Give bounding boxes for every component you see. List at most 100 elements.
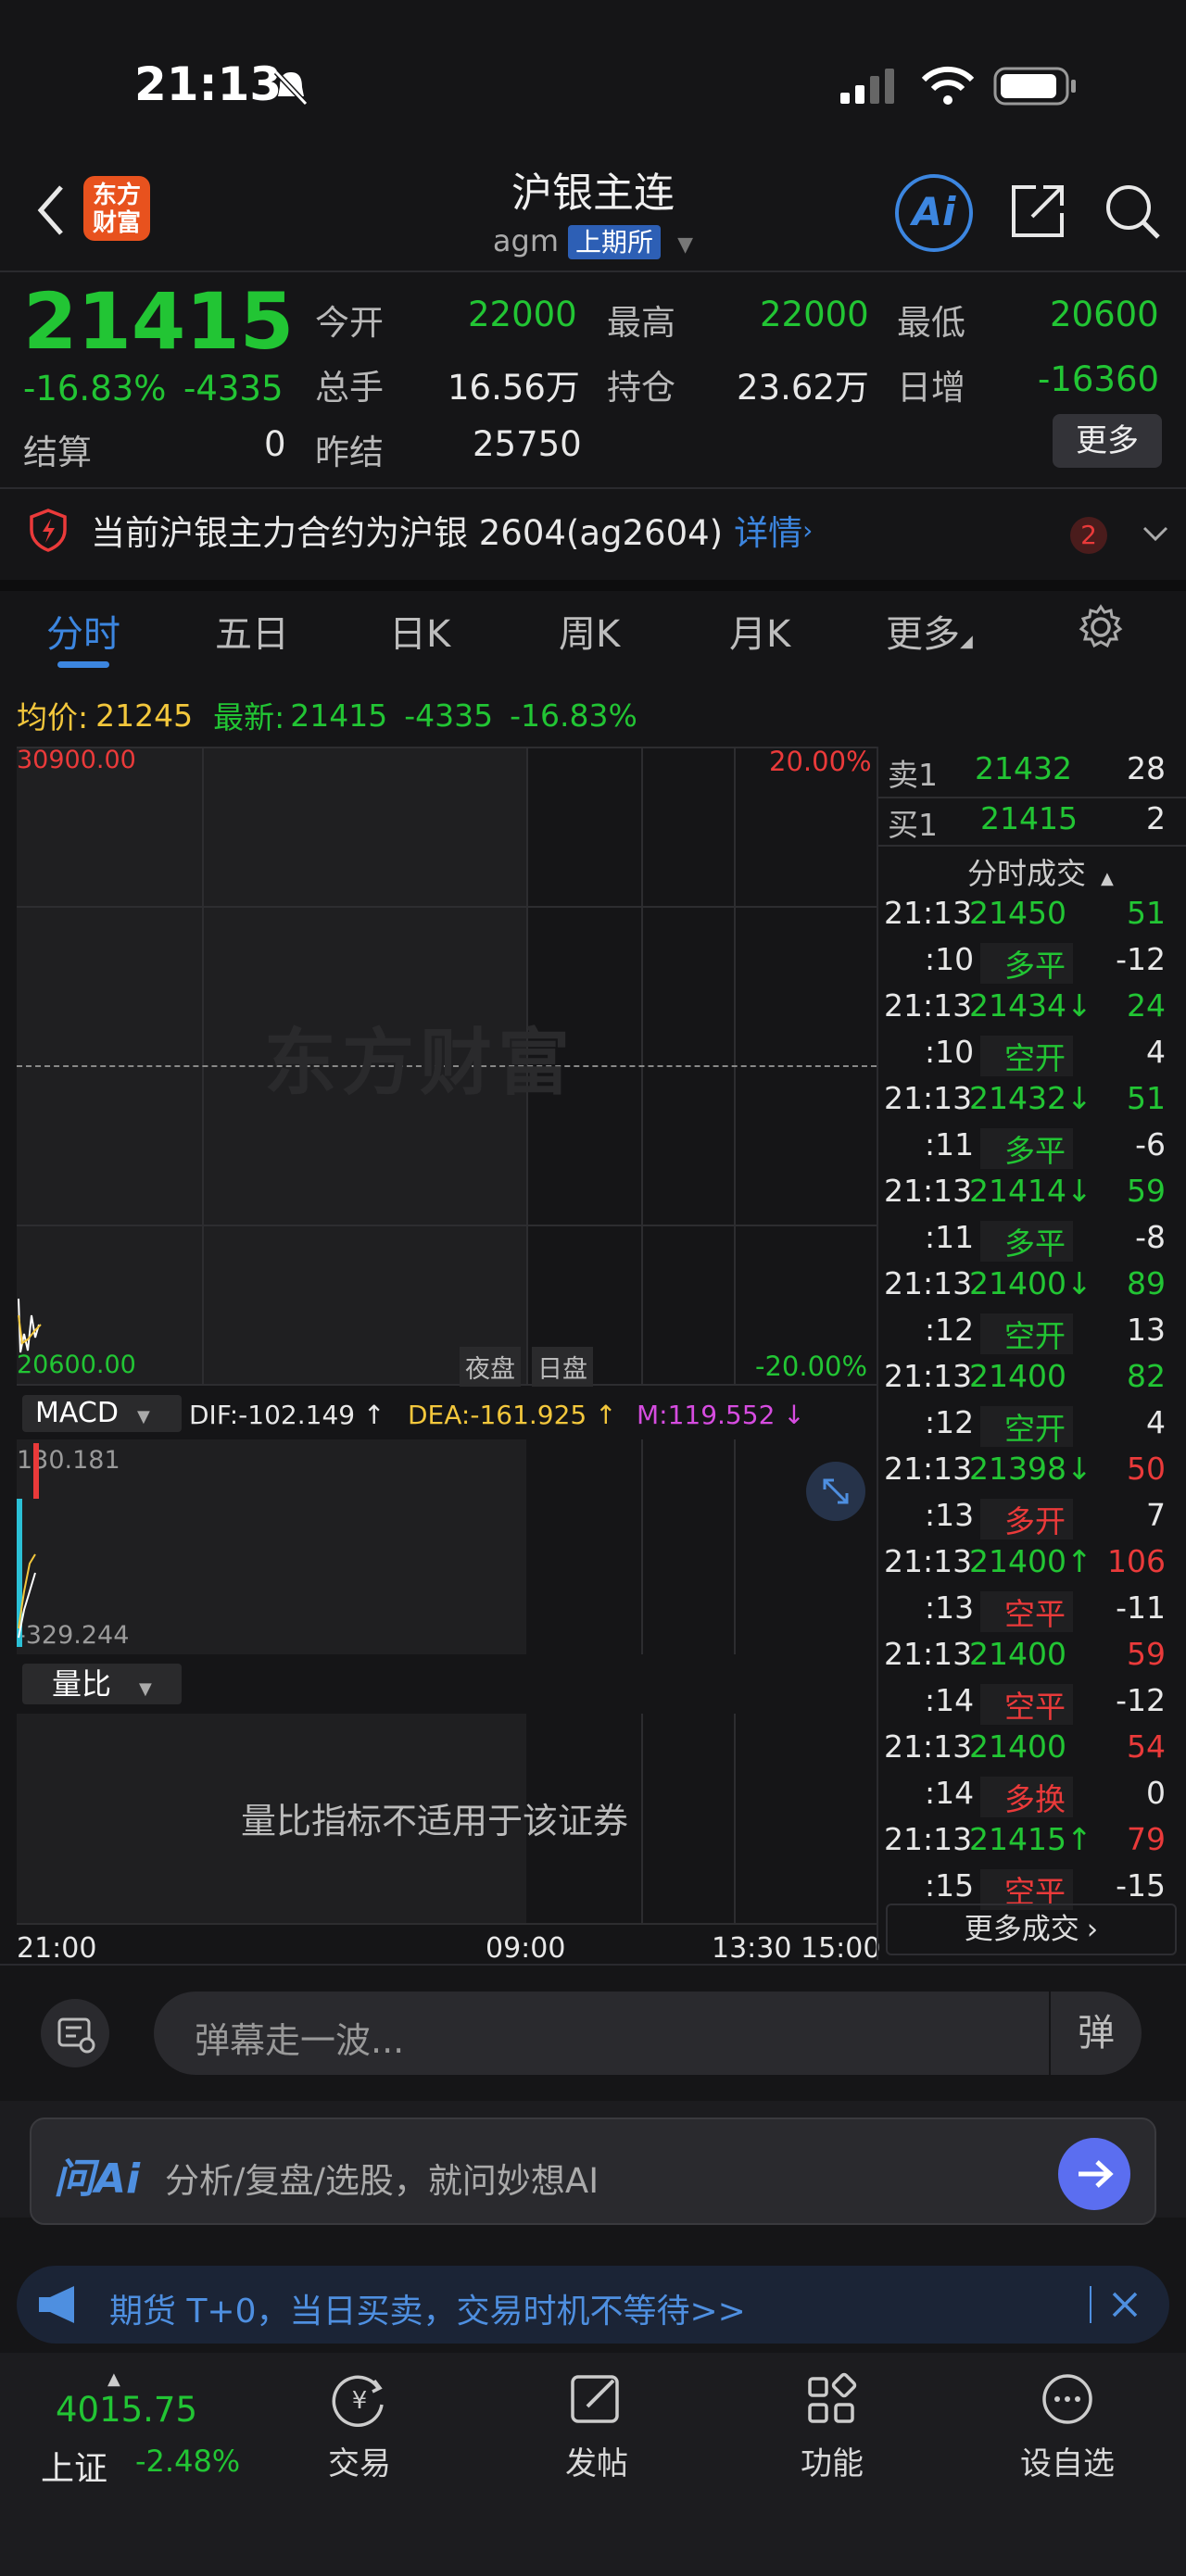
- trade-row: 21:13 21415↑ 79: [880, 1821, 1177, 1866]
- active-tab-indicator: [57, 661, 109, 668]
- tab-more[interactable]: 更多◢: [886, 604, 973, 658]
- trade-time: :14: [925, 1682, 975, 1718]
- trade-row: :13 空平 -11: [880, 1590, 1177, 1634]
- nav-functions[interactable]: 功能: [758, 2371, 906, 2483]
- chart-info-line: 均价: 21245 最新: 21415 -4335 -16.83%: [17, 697, 637, 736]
- trade-time: :11: [925, 1219, 975, 1255]
- danmu-settings-icon: [57, 2017, 95, 2054]
- header-divider: [0, 270, 1186, 272]
- trade-row: :11 多平 -8: [880, 1219, 1177, 1263]
- trade-time: 21:13: [884, 1821, 973, 1857]
- trade-price: 21400↑: [969, 1543, 1092, 1579]
- chevron-down-icon[interactable]: [1142, 524, 1168, 543]
- macd-selector[interactable]: MACD ▼: [22, 1395, 182, 1432]
- trade-price: 21434↓: [969, 987, 1092, 1024]
- trade-price: 21432↓: [969, 1080, 1092, 1116]
- trade-volume: 0: [1146, 1775, 1166, 1811]
- tab-intraday[interactable]: 分时: [46, 604, 120, 658]
- promo-banner[interactable]: 期货 T+0，当日买卖，交易时机不等待>>: [17, 2266, 1169, 2344]
- megaphone-icon: [39, 2286, 74, 2323]
- time-label-start: 21:00: [17, 1932, 97, 1965]
- trade-row: 21:13 21400↑ 106: [880, 1543, 1177, 1588]
- ai-button[interactable]: Ai: [895, 174, 973, 252]
- trade-type: 多平: [1004, 1133, 1066, 1169]
- volratio-selector[interactable]: 量比 ▼: [22, 1664, 182, 1704]
- trade-volume: 13: [1127, 1312, 1166, 1348]
- trade-time: :12: [925, 1312, 975, 1348]
- trade-time: 21:13: [884, 1636, 973, 1672]
- tab-monthly-k[interactable]: 月K: [729, 604, 790, 658]
- nav-functions-label: 功能: [801, 2445, 864, 2482]
- more-button[interactable]: 更多: [1053, 414, 1162, 468]
- trade-row: 21:13 21414↓ 59: [880, 1173, 1177, 1217]
- nav-watchlist[interactable]: 设自选: [993, 2371, 1142, 2483]
- tab-weekly-k[interactable]: 周K: [559, 604, 620, 658]
- ai-placeholder: 分析/复盘/选股，就问妙想AI: [165, 2161, 599, 2201]
- trades-title[interactable]: 分时成交 ▲: [967, 850, 1114, 893]
- cellular-signal-icon: [840, 69, 894, 104]
- trade-time: :10: [925, 1034, 975, 1070]
- trade-type: 空平: [1004, 1596, 1066, 1632]
- volume-label: 总手: [315, 368, 384, 408]
- expand-button[interactable]: [806, 1462, 865, 1521]
- trade-time: :15: [925, 1867, 975, 1904]
- promo-text: 期货 T+0，当日买卖，交易时机不等待>>: [109, 2293, 746, 2331]
- trade-price: 21400: [969, 1636, 1066, 1672]
- trade-price: 21415↑: [969, 1821, 1092, 1857]
- more-trades-button[interactable]: 更多成交 ›: [886, 1904, 1177, 1955]
- high-value: 22000: [760, 295, 869, 334]
- nav-post[interactable]: 发帖: [523, 2371, 671, 2483]
- trade-row: :14 空平 -12: [880, 1682, 1177, 1727]
- last-price: 21415: [23, 276, 295, 367]
- tab-5day[interactable]: 五日: [215, 604, 289, 658]
- trade-price: 21400: [969, 1358, 1066, 1394]
- ai-search-bar[interactable]: 问Ai 分析/复盘/选股，就问妙想AI: [30, 2117, 1156, 2225]
- nav-trade[interactable]: ¥ 交易: [285, 2371, 434, 2483]
- change-percent: -16.83%: [23, 369, 167, 408]
- close-icon[interactable]: [1110, 2290, 1140, 2319]
- search-icon[interactable]: [1103, 182, 1162, 241]
- trade-price: 21400: [969, 1728, 1066, 1765]
- panel-divider: [877, 747, 878, 1960]
- share-icon[interactable]: [1008, 182, 1067, 241]
- trade-type: 空开: [1004, 1040, 1066, 1076]
- macd-dif: DIF:-102.149 ↑: [189, 1400, 385, 1430]
- trade-price: 21414↓: [969, 1173, 1092, 1209]
- trade-time: 21:13: [884, 1728, 973, 1765]
- chart-top-price: 30900.00: [17, 746, 136, 774]
- settle-label: 结算: [23, 433, 92, 472]
- index-name: 上证: [41, 2450, 108, 2488]
- danmu-settings-button[interactable]: [41, 1999, 109, 2067]
- trade-volume: 89: [1127, 1265, 1166, 1301]
- settings-gear-icon[interactable]: [1078, 604, 1124, 650]
- prev-settle-label: 昨结: [315, 433, 384, 472]
- trade-row: 21:13 21400 59: [880, 1636, 1177, 1680]
- trade-type: 多平: [1004, 948, 1066, 984]
- wifi-icon: [921, 66, 975, 105]
- ask-1-row: 卖1 21432 28: [888, 750, 1166, 793]
- trade-time: 21:13: [884, 987, 973, 1024]
- shield-alert-icon: [30, 509, 67, 552]
- time-label-day: 09:00: [486, 1932, 566, 1965]
- danmu-toggle-button[interactable]: 弹: [1049, 1992, 1142, 2075]
- trade-volume: 79: [1127, 1821, 1166, 1857]
- tab-daily-k[interactable]: 日K: [389, 604, 450, 658]
- oi-label: 持仓: [607, 368, 675, 408]
- danmu-placeholder: 弹幕走一波...: [195, 2020, 405, 2061]
- settle-value: 0: [264, 424, 286, 464]
- open-label: 今开: [315, 303, 384, 343]
- trade-price: 21398↓: [969, 1451, 1092, 1487]
- dayinc-value: -16360: [1038, 359, 1160, 399]
- notice-count-badge: 2: [1070, 517, 1107, 554]
- trade-volume: 51: [1127, 1080, 1166, 1116]
- ai-submit-button[interactable]: [1058, 2138, 1130, 2210]
- trade-time: :10: [925, 941, 975, 977]
- ai-brand: 问Ai: [54, 2155, 141, 2203]
- notice-detail-link[interactable]: 详情: [734, 505, 802, 555]
- danmu-input[interactable]: 弹幕走一波... 弹: [154, 1992, 1142, 2075]
- trade-time: 21:13: [884, 1265, 973, 1301]
- index-ticker[interactable]: ▲ 4015.75 上证 -2.48%: [37, 2369, 250, 2499]
- main-contract-notice[interactable]: 当前沪银主力合约为沪银 2604(ag2604) 详情 ›: [28, 493, 1167, 567]
- grid-apps-icon: [808, 2372, 857, 2423]
- trade-row: 21:13 21400 54: [880, 1728, 1177, 1773]
